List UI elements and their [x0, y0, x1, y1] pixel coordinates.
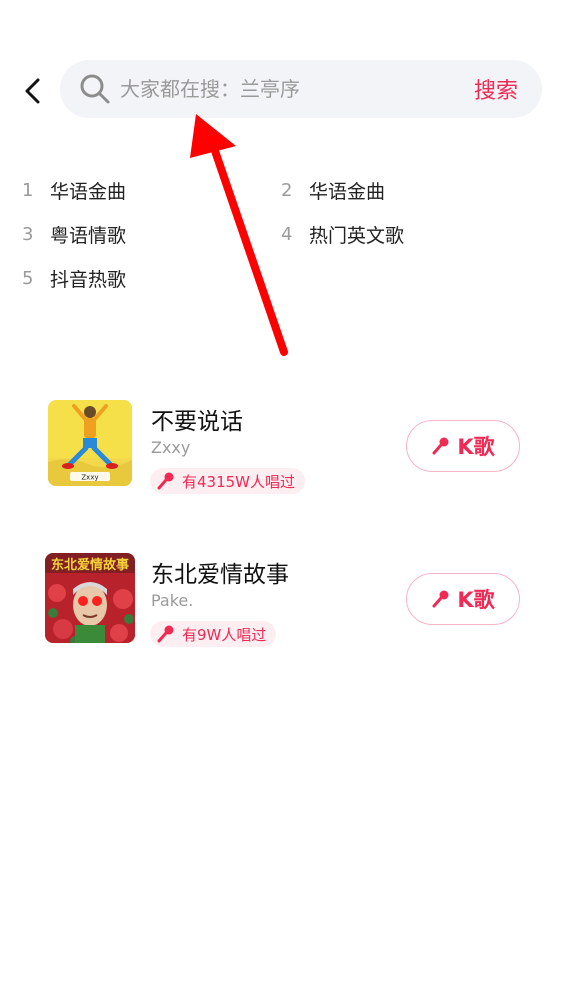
hot-term-label: 抖音热歌: [50, 268, 127, 291]
song-title: 不要说话: [151, 409, 243, 435]
hot-term-label: 华语金曲: [309, 180, 386, 203]
hot-term-item[interactable]: 1 华语金曲: [22, 178, 281, 203]
hot-term-item[interactable]: 5 抖音热歌: [22, 266, 281, 291]
song-cover-image: Zxxy: [48, 400, 132, 486]
song-cover-image: 东北爱情故事: [45, 553, 135, 643]
hot-search-list: 1 华语金曲 2 华语金曲 3 粤语情歌 4 热门英文歌 5 抖音热歌: [22, 178, 542, 291]
search-bar: 搜索: [60, 60, 542, 118]
search-icon: [78, 72, 112, 106]
cover-caption: 东北爱情故事: [51, 557, 129, 573]
chevron-left-icon: [25, 78, 40, 104]
hot-term-rank: 1: [22, 179, 34, 201]
song-artist: Pake.: [151, 591, 194, 610]
hot-term-label: 华语金曲: [50, 180, 127, 203]
k-song-button-label: K歌: [457, 588, 495, 612]
hot-term-label: 粤语情歌: [50, 224, 127, 247]
k-song-button-label: K歌: [457, 435, 495, 459]
microphone-icon: [157, 625, 174, 643]
back-button[interactable]: [18, 76, 48, 106]
hot-term-rank: 2: [281, 179, 293, 201]
k-song-button[interactable]: K歌: [406, 573, 520, 625]
song-row[interactable]: 东北爱情故事 东北爱情故事 Pake. 有9W人唱过 K歌: [0, 553, 564, 653]
sung-count-badge: 有4315W人唱过: [150, 468, 306, 494]
sung-count-text: 有4315W人唱过: [182, 472, 296, 491]
k-song-button[interactable]: K歌: [406, 420, 520, 472]
song-title: 东北爱情故事: [151, 562, 289, 588]
song-artist: Zxxy: [151, 438, 191, 457]
search-input[interactable]: [120, 77, 474, 101]
hot-term-item[interactable]: 4 热门英文歌: [281, 222, 540, 247]
cover-caption: Zxxy: [81, 474, 98, 482]
song-row[interactable]: Zxxy 不要说话 Zxxy 有4315W人唱过 K歌: [0, 400, 564, 500]
hot-term-rank: 5: [22, 267, 34, 289]
microphone-icon: [157, 472, 174, 490]
hot-term-rank: 4: [281, 223, 293, 245]
sung-count-badge: 有9W人唱过: [150, 621, 277, 647]
hot-term-label: 热门英文歌: [309, 224, 405, 247]
hot-term-item[interactable]: 2 华语金曲: [281, 178, 540, 203]
hot-term-rank: 3: [22, 223, 34, 245]
sung-count-text: 有9W人唱过: [182, 625, 267, 644]
hot-term-item[interactable]: 3 粤语情歌: [22, 222, 281, 247]
microphone-icon: [432, 590, 449, 608]
microphone-icon: [432, 437, 449, 455]
search-button[interactable]: 搜索: [474, 73, 518, 105]
screen: 搜索 1 华语金曲 2 华语金曲 3 粤语情歌 4 热门英文歌 5 抖音热歌: [0, 0, 564, 1004]
